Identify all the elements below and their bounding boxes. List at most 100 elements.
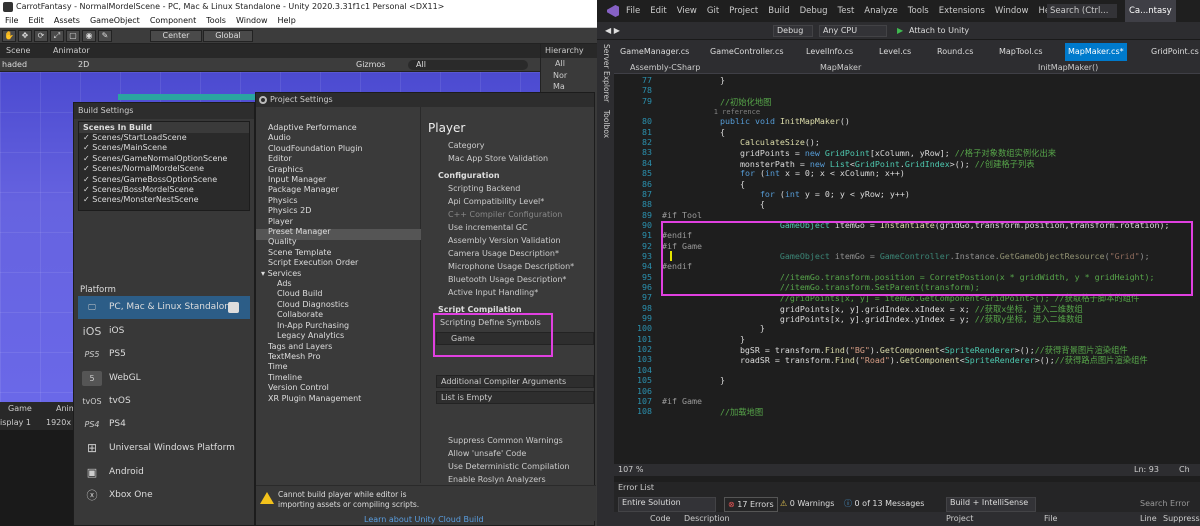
gizmos-dropdown[interactable]: Gizmos xyxy=(356,58,385,72)
scale-tool-icon[interactable]: ⤢ xyxy=(50,30,64,42)
setting-row[interactable]: Active Input Handling* xyxy=(448,288,538,297)
error-search-input[interactable]: Search Error List xyxy=(1140,497,1200,521)
scene-row[interactable]: ✓ Scenes/MonsterNestScene xyxy=(79,195,249,205)
setting-row[interactable]: Bluetooth Usage Description* xyxy=(448,275,566,284)
vs-menu-project[interactable]: Project xyxy=(724,6,763,16)
menu-component[interactable]: Component xyxy=(145,16,201,25)
platform-uwp[interactable]: ⊞ Universal Windows Platform xyxy=(78,437,250,460)
nav-item[interactable]: Physics 2D xyxy=(268,206,311,216)
nav-item[interactable]: Collaborate xyxy=(277,310,323,320)
vs-menu-window[interactable]: Window xyxy=(990,6,1034,16)
nav-item[interactable]: Quality xyxy=(268,237,297,247)
setting-row[interactable]: Mac App Store Validation xyxy=(448,154,548,163)
nav-item[interactable]: Script Execution Order xyxy=(268,258,358,268)
nav-item[interactable]: Editor xyxy=(268,154,292,164)
nav-item[interactable]: Time xyxy=(268,362,288,372)
scene-row[interactable]: ✓ Scenes/GameNormalOptionScene xyxy=(79,154,249,164)
hierarchy-item[interactable]: Ma xyxy=(541,81,597,92)
config-dropdown[interactable]: Debug xyxy=(773,25,813,37)
scene-row[interactable]: ✓ Scenes/MainScene xyxy=(79,143,249,153)
tab-mapmaker[interactable]: MapMaker.cs* xyxy=(1065,43,1127,61)
scene-row[interactable]: ✓ Scenes/StartLoadScene xyxy=(79,133,249,143)
setting-row[interactable]: Use incremental GC xyxy=(448,223,528,232)
setting-row[interactable]: Enable Roslyn Analyzers xyxy=(448,475,546,484)
pivot-global-button[interactable]: Global xyxy=(203,30,253,42)
nav-item[interactable]: Preset Manager xyxy=(268,227,331,237)
vs-menu-test[interactable]: Test xyxy=(833,6,860,16)
hierarchy-search[interactable]: All xyxy=(541,58,597,70)
code-line[interactable]: roadSR = transform.Find("Road").GetCompo… xyxy=(680,354,1148,366)
code-line[interactable]: for (int y = 0; y < yRow; y++) xyxy=(680,189,910,199)
warnings-filter[interactable]: ⚠ 0 Warnings xyxy=(780,497,834,512)
tab-animator[interactable]: Animator xyxy=(33,46,90,55)
transform-tool-icon[interactable]: ◉ xyxy=(82,30,96,42)
vs-menu-analyze[interactable]: Analyze xyxy=(859,6,903,16)
setting-row[interactable]: Microphone Usage Description* xyxy=(448,262,574,271)
scope-dropdown[interactable]: Entire Solution xyxy=(618,497,716,512)
code-line[interactable]: public void InitMapMaker() xyxy=(680,116,850,126)
hierarchy-item[interactable]: Nor xyxy=(541,70,597,81)
code-line[interactable]: for (int x = 0; x < xColumn; x++) xyxy=(680,168,905,178)
play-icon[interactable]: ▶ xyxy=(897,22,903,40)
code-line[interactable]: #if Game xyxy=(662,396,702,406)
nav-item[interactable]: Legacy Analytics xyxy=(277,331,344,341)
code-line[interactable]: //加载地图 xyxy=(680,406,763,418)
nav-item[interactable]: Ads xyxy=(277,279,292,289)
col-description[interactable]: Description xyxy=(684,512,730,526)
tab-level[interactable]: Level.cs xyxy=(876,43,914,61)
nav-item[interactable]: In-App Purchasing xyxy=(277,321,349,331)
toolbox-tab[interactable]: Toolbox xyxy=(602,110,611,138)
menu-file[interactable]: File xyxy=(0,16,23,25)
errors-filter[interactable]: ⊗ 17 Errors xyxy=(724,497,778,512)
vs-menu-build[interactable]: Build xyxy=(763,6,794,16)
zoom-level[interactable]: 107 % xyxy=(614,465,643,474)
pivot-center-button[interactable]: Center xyxy=(150,30,202,42)
nav-item[interactable]: Cloud Diagnostics xyxy=(277,300,349,310)
code-line[interactable]: { xyxy=(680,199,765,209)
tab-gamemanager[interactable]: GameManager.cs xyxy=(617,43,692,61)
class-dropdown[interactable]: MapMaker xyxy=(820,61,861,74)
nav-item[interactable]: Package Manager xyxy=(268,185,339,195)
platform-standalone[interactable]: 🖵 PC, Mac & Linux Standalone xyxy=(78,296,250,319)
tab-round[interactable]: Round.cs xyxy=(934,43,976,61)
tab-gamecontroller[interactable]: GameController.cs xyxy=(707,43,787,61)
setting-row[interactable]: Use Deterministic Compilation xyxy=(448,462,570,471)
nav-item-player[interactable]: Player xyxy=(268,217,293,227)
menu-edit[interactable]: Edit xyxy=(23,16,49,25)
rect-tool-icon[interactable]: ▢ xyxy=(66,30,80,42)
messages-filter[interactable]: ⓘ 0 of 13 Messages xyxy=(844,497,924,512)
vs-menu-edit[interactable]: Edit xyxy=(645,6,671,16)
code-line[interactable]: #if Tool xyxy=(662,210,702,220)
platform-webgl[interactable]: 5 WebGL xyxy=(78,367,250,390)
display-dropdown[interactable]: isplay 1 xyxy=(0,418,31,427)
code-line[interactable]: } xyxy=(680,375,725,385)
platform-ps4[interactable]: PS4 PS4 xyxy=(78,413,250,436)
setting-row[interactable]: Allow 'unsafe' Code xyxy=(448,449,526,458)
shading-mode-dropdown[interactable]: haded xyxy=(0,60,27,69)
platform-ios[interactable]: iOS iOS xyxy=(78,320,250,343)
nav-item[interactable]: Version Control xyxy=(268,383,329,393)
menu-window[interactable]: Window xyxy=(231,16,273,25)
code-line[interactable]: 1 reference xyxy=(680,106,760,116)
col-suppress[interactable]: Suppress xyxy=(1163,512,1200,526)
nav-item[interactable]: Audio xyxy=(268,133,291,143)
vs-menu-extensions[interactable]: Extensions xyxy=(934,6,990,16)
resolution-dropdown[interactable]: 1920x xyxy=(46,418,71,427)
vs-menu-view[interactable]: View xyxy=(672,6,702,16)
code-line[interactable]: } xyxy=(680,75,725,85)
platform-xbox[interactable]: ⓧ Xbox One xyxy=(78,484,250,507)
scene-row[interactable]: ✓ Scenes/NormalMordelScene xyxy=(79,164,249,174)
code-line[interactable]: } xyxy=(680,334,745,344)
platform-ps5[interactable]: PS5 PS5 xyxy=(78,343,250,366)
learn-cloud-build-link[interactable]: Learn about Unity Cloud Build xyxy=(364,515,484,524)
platform-android[interactable]: ▣ Android xyxy=(78,461,250,484)
code-line[interactable]: } xyxy=(680,323,765,333)
setting-row[interactable]: Suppress Common Warnings xyxy=(448,436,563,445)
nav-item[interactable]: Graphics xyxy=(268,165,303,175)
move-tool-icon[interactable]: ✥ xyxy=(18,30,32,42)
attach-to-unity-button[interactable]: Attach to Unity xyxy=(909,22,969,40)
rotate-tool-icon[interactable]: ⟳ xyxy=(34,30,48,42)
vs-menu-git[interactable]: Git xyxy=(702,6,724,16)
tab-scene[interactable]: Scene xyxy=(0,46,30,55)
menu-help[interactable]: Help xyxy=(273,16,301,25)
